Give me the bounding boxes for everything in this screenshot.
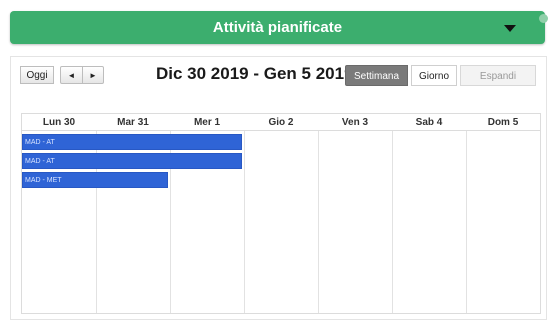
day-header: Lun 30 — [22, 114, 96, 131]
day-view-button[interactable]: Giorno — [411, 65, 457, 86]
day-header: Sab 4 — [392, 114, 466, 131]
day-header: Ven 3 — [318, 114, 392, 131]
week-view-button[interactable]: Settimana — [345, 65, 408, 86]
calendar-event[interactable]: MAD - AT — [22, 134, 242, 150]
day-column[interactable] — [244, 131, 319, 313]
status-dot-icon — [539, 14, 548, 23]
date-range-title: Dic 30 2019 - Gen 5 2019 — [156, 64, 354, 83]
day-column[interactable] — [318, 131, 393, 313]
title-bar: Attività pianificate — [10, 11, 548, 44]
day-column[interactable] — [392, 131, 467, 313]
week-grid: Lun 30 Mar 31 Mer 1 Gio 2 Ven 3 Sab 4 Dom 5 MAD… — [21, 113, 541, 314]
next-arrow-icon[interactable]: ► — [82, 66, 104, 84]
prev-arrow-icon[interactable]: ◄ — [60, 66, 83, 84]
page-title: Attività pianificate — [212, 19, 343, 36]
day-header: Mer 1 — [170, 114, 244, 131]
caret-down-icon[interactable] — [504, 25, 516, 32]
day-header: Mar 31 — [96, 114, 170, 131]
day-column[interactable] — [466, 131, 540, 313]
day-header: Dom 5 — [466, 114, 540, 131]
calendar-event[interactable]: MAD - AT — [22, 153, 242, 169]
day-header: Gio 2 — [244, 114, 318, 131]
expand-button[interactable]: Espandi — [460, 65, 536, 86]
today-button[interactable]: Oggi — [20, 66, 54, 84]
calendar-event[interactable]: MAD - MET — [22, 172, 168, 188]
